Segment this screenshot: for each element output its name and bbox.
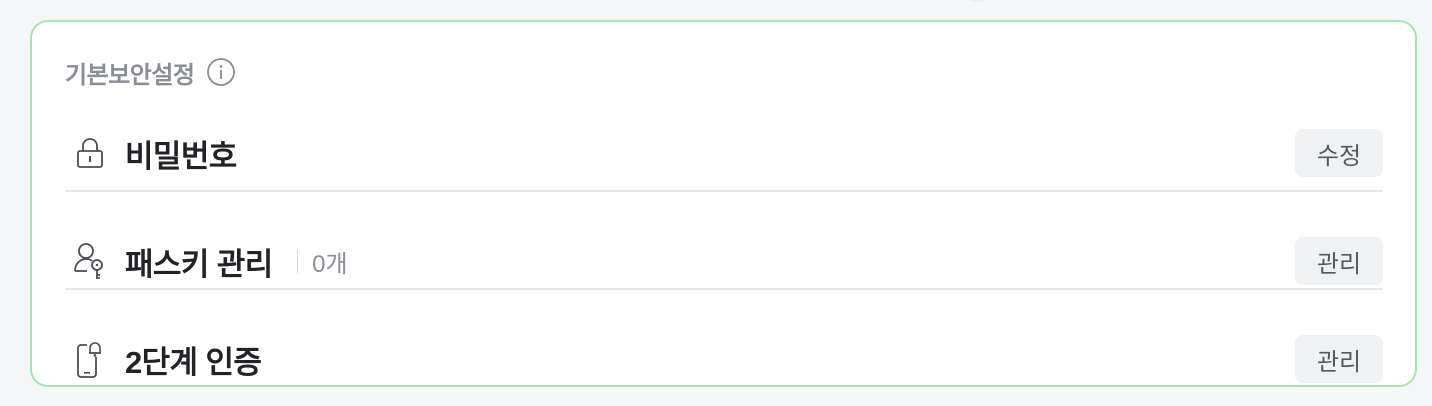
- edit-password-button[interactable]: 수정: [1295, 129, 1383, 177]
- passkey-count: 0개: [312, 250, 348, 278]
- password-row: 비밀번호 수정: [65, 118, 1383, 188]
- manage-two-step-button[interactable]: 관리: [1295, 335, 1383, 383]
- section-title: 기본보안설정: [65, 61, 195, 89]
- lock-icon: [73, 133, 107, 173]
- passkey-row: 패스키 관리 0개 관리: [65, 216, 1383, 306]
- basic-security-card: 기본보안설정 비밀번호 수정 패스키 관리 0개 관리 2단계 인증 관리: [30, 20, 1417, 387]
- info-icon[interactable]: [206, 57, 236, 87]
- user-key-icon: [73, 241, 107, 281]
- top-avatar-edge: [957, 0, 997, 2]
- passkey-label: 패스키 관리: [125, 246, 273, 282]
- manage-passkey-button[interactable]: 관리: [1295, 237, 1383, 285]
- two-step-label: 2단계 인증: [125, 344, 262, 380]
- phone-notification-icon: [73, 339, 107, 379]
- divider: [65, 190, 1383, 192]
- two-step-row: 2단계 인증 관리: [65, 314, 1383, 404]
- section-header: 기본보안설정: [65, 55, 236, 89]
- separator: [296, 249, 299, 273]
- divider: [65, 288, 1383, 290]
- password-label: 비밀번호: [125, 138, 237, 174]
